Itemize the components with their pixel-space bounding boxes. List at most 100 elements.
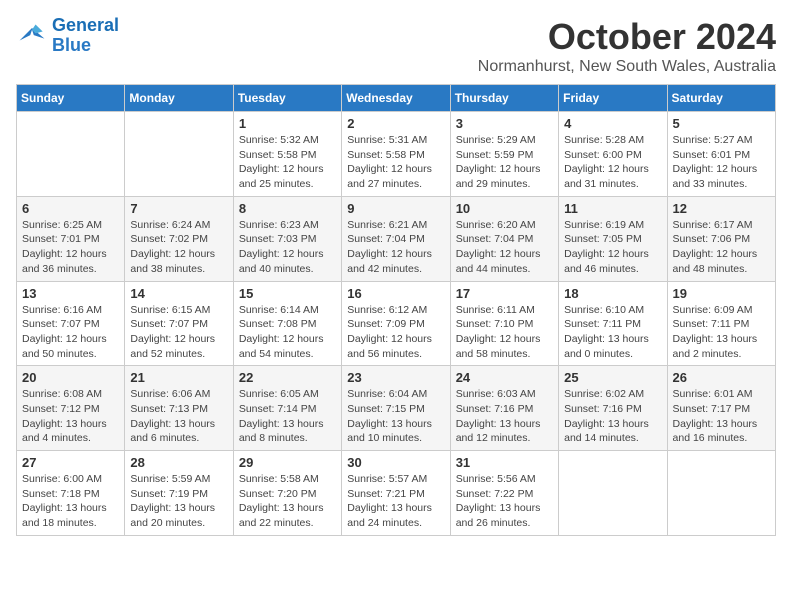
day-number: 19 (673, 286, 770, 301)
day-number: 25 (564, 370, 661, 385)
calendar-cell: 25 Sunrise: 6:02 AM Sunset: 7:16 PM Dayli… (559, 366, 667, 451)
calendar-cell: 15 Sunrise: 6:14 AM Sunset: 7:08 PM Dayli… (233, 281, 341, 366)
weekday-header-row: SundayMondayTuesdayWednesdayThursdayFrid… (17, 85, 776, 112)
calendar-cell: 17Sunrise: 6:11 AM Sunset: 7:10 PM Dayli… (450, 281, 558, 366)
day-info: Sunrise: 6:25 AM Sunset: 7:01 PM Dayligh… (22, 218, 119, 277)
day-info: Sunrise: 5:56 AM Sunset: 7:22 PM Dayligh… (456, 472, 553, 531)
calendar-cell: 23 Sunrise: 6:04 AM Sunset: 7:15 PM Dayli… (342, 366, 450, 451)
calendar-cell: 24 Sunrise: 6:03 AM Sunset: 7:16 PM Dayli… (450, 366, 558, 451)
day-info: Sunrise: 6:20 AM Sunset: 7:04 PM Dayligh… (456, 218, 553, 277)
day-number: 8 (239, 201, 336, 216)
day-number: 30 (347, 455, 444, 470)
calendar-week-row: 1 Sunrise: 5:32 AM Sunset: 5:58 PM Daylig… (17, 112, 776, 197)
weekday-header: Sunday (17, 85, 125, 112)
day-info: Sunrise: 6:02 AM Sunset: 7:16 PM Dayligh… (564, 387, 661, 446)
calendar-cell: 20Sunrise: 6:08 AM Sunset: 7:12 PM Dayli… (17, 366, 125, 451)
calendar-cell (17, 112, 125, 197)
day-info: Sunrise: 5:29 AM Sunset: 5:59 PM Dayligh… (456, 133, 553, 192)
calendar-cell: 30 Sunrise: 5:57 AM Sunset: 7:21 PM Dayli… (342, 451, 450, 536)
day-info: Sunrise: 6:19 AM Sunset: 7:05 PM Dayligh… (564, 218, 661, 277)
day-info: Sunrise: 6:03 AM Sunset: 7:16 PM Dayligh… (456, 387, 553, 446)
calendar-cell: 19 Sunrise: 6:09 AM Sunset: 7:11 PM Dayli… (667, 281, 775, 366)
day-number: 29 (239, 455, 336, 470)
day-number: 6 (22, 201, 119, 216)
calendar-cell: 10 Sunrise: 6:20 AM Sunset: 7:04 PM Dayli… (450, 196, 558, 281)
day-info: Sunrise: 6:09 AM Sunset: 7:11 PM Dayligh… (673, 303, 770, 362)
weekday-header: Thursday (450, 85, 558, 112)
day-number: 27 (22, 455, 119, 470)
day-info: Sunrise: 6:10 AM Sunset: 7:11 PM Dayligh… (564, 303, 661, 362)
weekday-header: Wednesday (342, 85, 450, 112)
day-info: Sunrise: 5:31 AM Sunset: 5:58 PM Dayligh… (347, 133, 444, 192)
calendar-cell: 12 Sunrise: 6:17 AM Sunset: 7:06 PM Dayli… (667, 196, 775, 281)
calendar-cell: 9Sunrise: 6:21 AM Sunset: 7:04 PM Daylig… (342, 196, 450, 281)
day-number: 14 (130, 286, 227, 301)
calendar-cell: 29 Sunrise: 5:58 AM Sunset: 7:20 PM Dayli… (233, 451, 341, 536)
calendar-cell: 21 Sunrise: 6:06 AM Sunset: 7:13 PM Dayli… (125, 366, 233, 451)
day-number: 31 (456, 455, 553, 470)
day-info: Sunrise: 5:27 AM Sunset: 6:01 PM Dayligh… (673, 133, 770, 192)
weekday-header: Tuesday (233, 85, 341, 112)
calendar-cell: 2 Sunrise: 5:31 AM Sunset: 5:58 PM Daylig… (342, 112, 450, 197)
day-number: 3 (456, 116, 553, 131)
day-number: 12 (673, 201, 770, 216)
calendar-cell: 13Sunrise: 6:16 AM Sunset: 7:07 PM Dayli… (17, 281, 125, 366)
calendar-cell: 18Sunrise: 6:10 AM Sunset: 7:11 PM Dayli… (559, 281, 667, 366)
calendar-week-row: 20Sunrise: 6:08 AM Sunset: 7:12 PM Dayli… (17, 366, 776, 451)
day-info: Sunrise: 6:23 AM Sunset: 7:03 PM Dayligh… (239, 218, 336, 277)
weekday-header: Friday (559, 85, 667, 112)
day-number: 1 (239, 116, 336, 131)
calendar-cell: 16 Sunrise: 6:12 AM Sunset: 7:09 PM Dayli… (342, 281, 450, 366)
calendar-table: SundayMondayTuesdayWednesdayThursdayFrid… (16, 84, 776, 536)
day-info: Sunrise: 6:15 AM Sunset: 7:07 PM Dayligh… (130, 303, 227, 362)
logo-text: General Blue (52, 16, 119, 56)
day-number: 16 (347, 286, 444, 301)
calendar-cell: 4 Sunrise: 5:28 AM Sunset: 6:00 PM Daylig… (559, 112, 667, 197)
day-info: Sunrise: 5:28 AM Sunset: 6:00 PM Dayligh… (564, 133, 661, 192)
calendar-cell: 5 Sunrise: 5:27 AM Sunset: 6:01 PM Daylig… (667, 112, 775, 197)
calendar-cell: 3 Sunrise: 5:29 AM Sunset: 5:59 PM Daylig… (450, 112, 558, 197)
weekday-header: Saturday (667, 85, 775, 112)
month-title: October 2024 (478, 16, 776, 58)
calendar-week-row: 27 Sunrise: 6:00 AM Sunset: 7:18 PM Dayli… (17, 451, 776, 536)
location-subtitle: Normanhurst, New South Wales, Australia (478, 58, 776, 76)
day-info: Sunrise: 5:58 AM Sunset: 7:20 PM Dayligh… (239, 472, 336, 531)
day-info: Sunrise: 6:00 AM Sunset: 7:18 PM Dayligh… (22, 472, 119, 531)
day-info: Sunrise: 5:59 AM Sunset: 7:19 PM Dayligh… (130, 472, 227, 531)
day-number: 15 (239, 286, 336, 301)
day-info: Sunrise: 6:24 AM Sunset: 7:02 PM Dayligh… (130, 218, 227, 277)
day-info: Sunrise: 6:14 AM Sunset: 7:08 PM Dayligh… (239, 303, 336, 362)
day-info: Sunrise: 6:21 AM Sunset: 7:04 PM Dayligh… (347, 218, 444, 277)
day-info: Sunrise: 6:05 AM Sunset: 7:14 PM Dayligh… (239, 387, 336, 446)
day-number: 5 (673, 116, 770, 131)
calendar-week-row: 6 Sunrise: 6:25 AM Sunset: 7:01 PM Daylig… (17, 196, 776, 281)
title-block: October 2024 Normanhurst, New South Wale… (478, 16, 776, 76)
calendar-cell: 14 Sunrise: 6:15 AM Sunset: 7:07 PM Dayli… (125, 281, 233, 366)
day-info: Sunrise: 6:04 AM Sunset: 7:15 PM Dayligh… (347, 387, 444, 446)
calendar-cell: 28 Sunrise: 5:59 AM Sunset: 7:19 PM Dayli… (125, 451, 233, 536)
day-number: 2 (347, 116, 444, 131)
calendar-week-row: 13Sunrise: 6:16 AM Sunset: 7:07 PM Dayli… (17, 281, 776, 366)
logo-icon (16, 22, 48, 50)
day-info: Sunrise: 6:12 AM Sunset: 7:09 PM Dayligh… (347, 303, 444, 362)
day-number: 7 (130, 201, 227, 216)
calendar-cell: 1 Sunrise: 5:32 AM Sunset: 5:58 PM Daylig… (233, 112, 341, 197)
day-number: 23 (347, 370, 444, 385)
day-info: Sunrise: 6:06 AM Sunset: 7:13 PM Dayligh… (130, 387, 227, 446)
page-header: General Blue October 2024 Normanhurst, N… (16, 16, 776, 76)
day-info: Sunrise: 6:08 AM Sunset: 7:12 PM Dayligh… (22, 387, 119, 446)
day-number: 21 (130, 370, 227, 385)
day-number: 4 (564, 116, 661, 131)
day-number: 11 (564, 201, 661, 216)
calendar-cell: 27 Sunrise: 6:00 AM Sunset: 7:18 PM Dayli… (17, 451, 125, 536)
calendar-cell: 7 Sunrise: 6:24 AM Sunset: 7:02 PM Daylig… (125, 196, 233, 281)
day-info: Sunrise: 5:57 AM Sunset: 7:21 PM Dayligh… (347, 472, 444, 531)
day-number: 10 (456, 201, 553, 216)
day-info: Sunrise: 6:17 AM Sunset: 7:06 PM Dayligh… (673, 218, 770, 277)
day-number: 28 (130, 455, 227, 470)
day-info: Sunrise: 6:11 AM Sunset: 7:10 PM Dayligh… (456, 303, 553, 362)
calendar-cell: 6 Sunrise: 6:25 AM Sunset: 7:01 PM Daylig… (17, 196, 125, 281)
day-number: 24 (456, 370, 553, 385)
day-info: Sunrise: 5:32 AM Sunset: 5:58 PM Dayligh… (239, 133, 336, 192)
calendar-cell: 26Sunrise: 6:01 AM Sunset: 7:17 PM Dayli… (667, 366, 775, 451)
